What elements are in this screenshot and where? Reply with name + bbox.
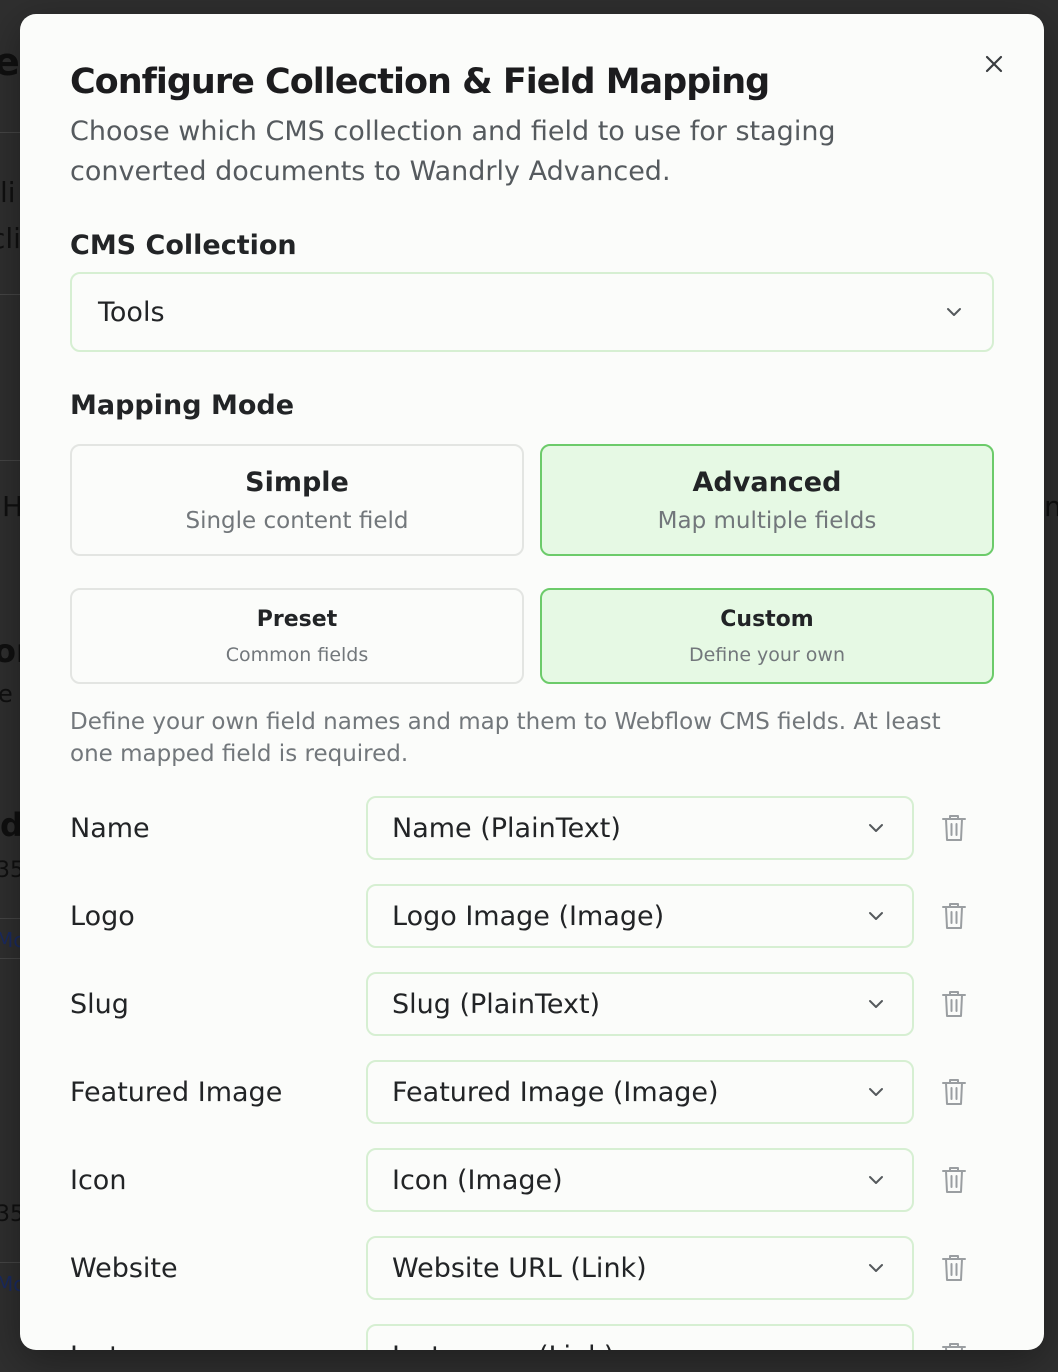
trash-icon	[942, 1167, 966, 1193]
fieldset-preset-description: Common fields	[225, 643, 369, 666]
chevron-down-icon	[947, 308, 961, 316]
delete-field-button[interactable]	[914, 1324, 994, 1350]
field-mapping-value: Slug (PlainText)	[392, 988, 601, 1020]
field-mapping-select[interactable]: Instagram (Link)	[366, 1324, 914, 1350]
collection-label: CMS Collection	[70, 230, 297, 261]
chevron-down-icon	[869, 912, 883, 920]
background-divider	[0, 1262, 20, 1263]
mode-simple-description: Single content field	[185, 507, 409, 534]
field-row: Icon Icon (Image)	[70, 1148, 994, 1212]
delete-field-button[interactable]	[914, 796, 994, 860]
field-mapping-select[interactable]: Logo Image (Image)	[366, 884, 914, 948]
background-divider	[0, 958, 20, 959]
field-name: Slug	[70, 988, 129, 1020]
field-name: Icon	[70, 1164, 127, 1196]
collection-select[interactable]: Tools	[70, 272, 994, 352]
fieldset-custom-label: Custom	[720, 606, 814, 632]
close-button[interactable]	[978, 48, 1010, 80]
field-row: Name Name (PlainText)	[70, 796, 994, 860]
background-text: cli	[0, 222, 21, 255]
chevron-down-icon	[869, 1264, 883, 1272]
background-text: n	[1044, 490, 1058, 523]
field-mapping-dialog: Configure Collection & Field Mapping Cho…	[20, 14, 1044, 1350]
trash-icon	[942, 1079, 966, 1105]
delete-field-button[interactable]	[914, 1148, 994, 1212]
trash-icon	[942, 1343, 966, 1350]
chevron-down-icon	[869, 824, 883, 832]
background-divider	[0, 460, 20, 461]
field-row: Logo Logo Image (Image)	[70, 884, 994, 948]
field-mapping-value: Icon (Image)	[392, 1164, 563, 1196]
chevron-down-icon	[864, 1344, 888, 1350]
field-row: Slug Slug (PlainText)	[70, 972, 994, 1036]
trash-icon	[942, 815, 966, 841]
field-name: Featured Image	[70, 1076, 283, 1108]
field-mapping-select[interactable]: Name (PlainText)	[366, 796, 914, 860]
collection-select-value: Tools	[98, 296, 165, 328]
field-mapping-value: Featured Image (Image)	[392, 1076, 719, 1108]
delete-field-button[interactable]	[914, 1060, 994, 1124]
field-row: Website Website URL (Link)	[70, 1236, 994, 1300]
trash-icon	[942, 1255, 966, 1281]
field-name: Website	[70, 1252, 178, 1284]
chevron-down-icon	[869, 1088, 883, 1096]
field-mapping-select[interactable]: Featured Image (Image)	[366, 1060, 914, 1124]
field-row: Instagram Instagram (Link)	[70, 1324, 994, 1350]
fieldset-custom-description: Define your own	[688, 643, 846, 666]
dialog-description: Choose which CMS collection and field to…	[70, 116, 836, 187]
mode-advanced-description: Map multiple fields	[657, 507, 877, 534]
delete-field-button[interactable]	[914, 1236, 994, 1300]
field-mapping-value: Instagram (Link)	[392, 1341, 864, 1351]
custom-mapping-help: Define your own field names and map them…	[70, 709, 941, 767]
field-mapping-value: Website URL (Link)	[392, 1252, 647, 1284]
background-divider	[0, 132, 20, 133]
field-name: Logo	[70, 900, 135, 932]
trash-icon	[942, 903, 966, 929]
fieldset-custom-button[interactable]: Custom Define your own	[540, 588, 994, 684]
fieldset-preset-label: Preset	[256, 606, 338, 632]
delete-field-button[interactable]	[914, 884, 994, 948]
mapping-mode-label: Mapping Mode	[70, 390, 295, 421]
mode-advanced-label: Advanced	[692, 466, 842, 498]
field-mapping-select[interactable]: Icon (Image)	[366, 1148, 914, 1212]
field-mapping-select[interactable]: Slug (PlainText)	[366, 972, 914, 1036]
chevron-down-icon	[869, 1000, 883, 1008]
dialog-title: Configure Collection & Field Mapping	[70, 62, 770, 102]
mode-simple-label: Simple	[245, 466, 349, 498]
field-mapping-select[interactable]: Website URL (Link)	[366, 1236, 914, 1300]
field-mapping-value: Logo Image (Image)	[392, 900, 665, 932]
field-name: Instagram	[70, 1341, 366, 1351]
close-icon	[985, 55, 1003, 73]
background-text: li	[0, 176, 16, 209]
chevron-down-icon	[869, 1176, 883, 1184]
field-name: Name	[70, 812, 150, 844]
field-mapping-value: Name (PlainText)	[392, 812, 621, 844]
background-divider	[0, 918, 20, 919]
fieldset-preset-button[interactable]: Preset Common fields	[70, 588, 524, 684]
delete-field-button[interactable]	[914, 972, 994, 1036]
mode-advanced-button[interactable]: Advanced Map multiple fields	[540, 444, 994, 556]
background-divider	[0, 294, 20, 295]
field-row: Featured Image Featured Image (Image)	[70, 1060, 994, 1124]
trash-icon	[942, 991, 966, 1017]
mode-simple-button[interactable]: Simple Single content field	[70, 444, 524, 556]
